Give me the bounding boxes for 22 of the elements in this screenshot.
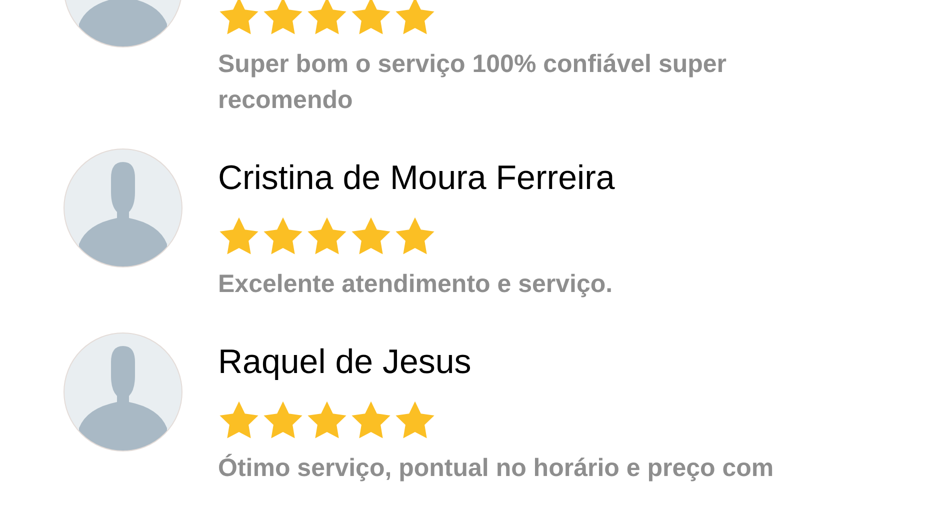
star-icon	[350, 216, 392, 256]
avatar-icon	[63, 332, 183, 452]
review-text: Super bom o serviço 100% confiável super recomendo	[218, 49, 728, 116]
star-icon	[306, 0, 348, 36]
star-icon	[262, 0, 304, 36]
star-icon	[306, 400, 348, 440]
star-icon	[350, 400, 392, 440]
reviewer-name: Cristina de Moura Ferreira	[218, 158, 616, 199]
reviewer-name: Raquel de Jesus	[218, 342, 472, 383]
star-icon	[262, 216, 304, 256]
avatar-icon	[63, 148, 183, 268]
star-icon	[394, 0, 436, 36]
star-icon	[218, 216, 260, 256]
review-text: Ótimo serviço, pontual no horário e preço com	[218, 452, 775, 484]
star-icon	[350, 0, 392, 36]
review-text: Excelente atendimento e serviço.	[218, 269, 614, 300]
star-icon	[262, 400, 304, 440]
star-icon	[306, 216, 348, 256]
star-icon	[218, 0, 260, 36]
star-icon	[218, 400, 260, 440]
star-icon	[394, 216, 436, 256]
star-icon	[394, 400, 436, 440]
